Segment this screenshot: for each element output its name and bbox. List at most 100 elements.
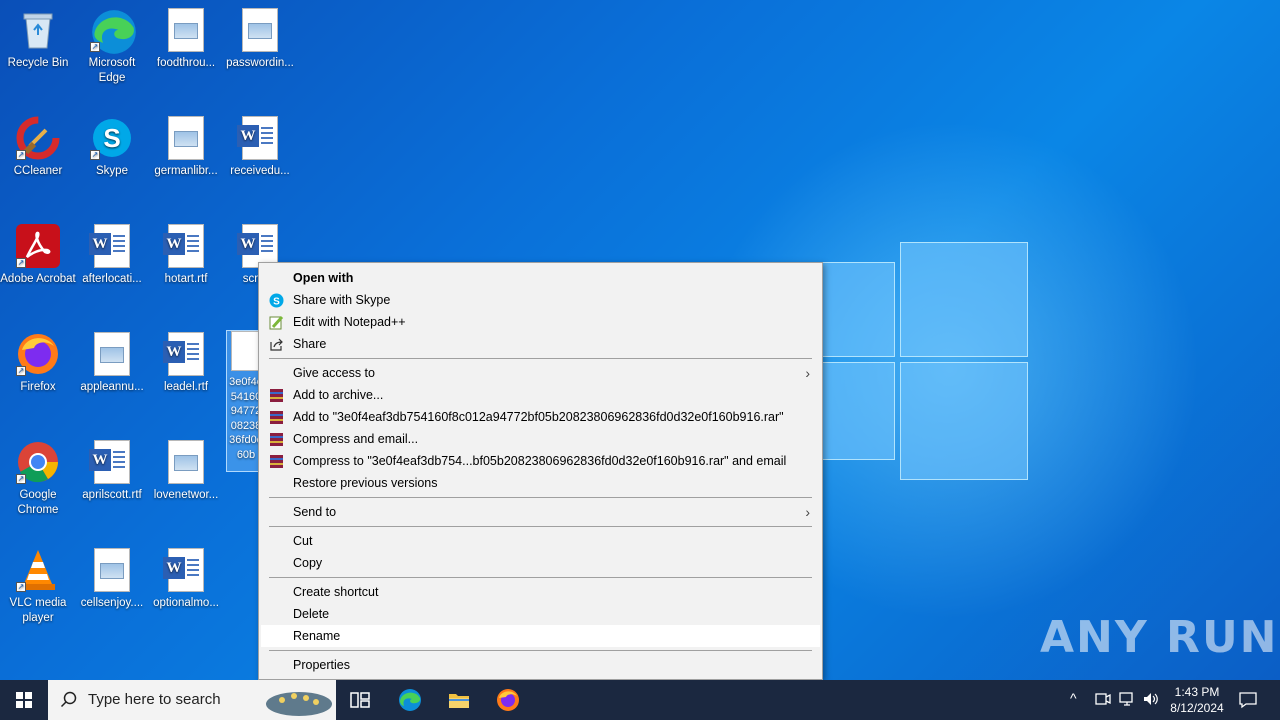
menu-item-properties[interactable]: Properties — [259, 654, 822, 676]
image-file-icon — [94, 332, 130, 376]
desktop-icon-microsoft-edge[interactable]: ↗ Microsoft Edge — [74, 8, 150, 86]
task-view-icon[interactable] — [348, 688, 372, 712]
menu-item-delete[interactable]: Delete — [259, 603, 822, 625]
icon-label: optionalmo... — [153, 597, 219, 609]
firefox-taskbar-icon[interactable] — [496, 688, 520, 712]
clock[interactable]: 1:43 PM 8/12/2024 — [1160, 684, 1234, 716]
image-file-icon — [168, 8, 204, 52]
desktop-icon-skype[interactable]: S ↗ Skype — [74, 116, 150, 179]
desktop-icon-file[interactable]: W leadel.rtf — [148, 332, 224, 395]
menu-item-restore-previous-versions[interactable]: Restore previous versions — [259, 472, 822, 494]
icon-label: leadel.rtf — [163, 381, 209, 393]
desktop-icon-file[interactable]: appleannu... — [74, 332, 150, 395]
icon-label: aprilscott.rtf — [82, 489, 142, 501]
menu-item-compress-to-rar-and-email[interactable]: Compress to "3e0f4eaf3db754...bf05b20823… — [259, 450, 822, 472]
menu-item-add-to-archive[interactable]: Add to archive... — [259, 384, 822, 406]
desktop-icon-file[interactable]: cellsenjoy.... — [74, 548, 150, 611]
desktop-icon-vlc[interactable]: ↗ VLC media player — [0, 548, 76, 626]
shortcut-arrow-icon: ↗ — [16, 258, 26, 268]
clock-time: 1:43 PM — [1174, 685, 1220, 699]
firefox-icon: ↗ — [16, 332, 60, 376]
desktop-icon-recycle-bin[interactable]: Recycle Bin — [0, 8, 76, 71]
icon-label: Recycle Bin — [7, 57, 69, 69]
context-menu[interactable]: Open with S Share with Skype Edit with N… — [258, 262, 823, 680]
desktop-icon-file[interactable]: W hotart.rtf — [148, 224, 224, 287]
word-document-icon: W — [163, 332, 204, 376]
vlc-icon: ↗ — [16, 548, 60, 592]
menu-item-send-to[interactable]: Send to › — [259, 501, 822, 523]
icon-label: Google Chrome — [17, 489, 59, 516]
shortcut-arrow-icon: ↗ — [90, 42, 100, 52]
winrar-icon — [270, 455, 283, 468]
menu-item-edit-notepadpp[interactable]: Edit with Notepad++ — [259, 311, 822, 333]
icon-label: appleannu... — [80, 381, 144, 393]
menu-separator — [269, 650, 812, 651]
desktop-icon-google-chrome[interactable]: ↗ Google Chrome — [0, 440, 76, 518]
desktop-icon-firefox[interactable]: ↗ Firefox — [0, 332, 76, 395]
taskbar-search-box[interactable]: Type here to search — [48, 680, 336, 720]
icon-label: receivedu... — [230, 165, 290, 177]
desktop-icon-file[interactable]: passwordin... — [222, 8, 298, 71]
search-icon — [60, 691, 77, 708]
desktop-icon-file[interactable]: germanlibr... — [148, 116, 224, 179]
taskbar: Type here to search ^ 1:43 PM 8/12/2024 — [0, 680, 1280, 720]
desktop-icon-file[interactable]: W afterlocati... — [74, 224, 150, 287]
word-document-icon: W — [163, 548, 204, 592]
icon-label: CCleaner — [13, 165, 63, 177]
file-explorer-icon[interactable] — [447, 688, 471, 712]
winrar-icon — [270, 389, 283, 402]
meet-now-icon[interactable] — [1094, 690, 1112, 708]
menu-item-share[interactable]: Share — [259, 333, 822, 355]
windows-start-icon — [16, 692, 32, 708]
menu-separator — [269, 497, 812, 498]
shortcut-arrow-icon: ↗ — [16, 366, 26, 376]
clock-date: 8/12/2024 — [1170, 701, 1224, 715]
network-icon[interactable] — [1118, 690, 1136, 708]
acrobat-icon: ↗ — [16, 224, 60, 268]
image-file-icon — [94, 548, 130, 592]
icon-label: germanlibr... — [154, 165, 218, 177]
menu-separator — [269, 577, 812, 578]
start-button[interactable] — [0, 680, 48, 720]
image-file-icon — [168, 116, 204, 160]
menu-item-cut[interactable]: Cut — [259, 530, 822, 552]
icon-label: afterlocati... — [82, 273, 142, 285]
desktop-icon-ccleaner[interactable]: ↗ CCleaner — [0, 116, 76, 179]
menu-item-create-shortcut[interactable]: Create shortcut — [259, 581, 822, 603]
chevron-up-icon[interactable]: ^ — [1070, 690, 1077, 706]
image-file-icon — [242, 8, 278, 52]
desktop-icon-file[interactable]: W optionalmo... — [148, 548, 224, 611]
menu-item-open-with[interactable]: Open with — [259, 267, 822, 289]
winrar-icon — [270, 411, 283, 424]
menu-separator — [269, 358, 812, 359]
edge-icon: ↗ — [90, 8, 136, 54]
ccleaner-icon: ↗ — [16, 116, 60, 160]
icon-label: Firefox — [20, 381, 56, 393]
word-document-icon: W — [89, 224, 130, 268]
menu-item-compress-and-email[interactable]: Compress and email... — [259, 428, 822, 450]
icon-label: foodthrou... — [156, 57, 216, 69]
skype-icon: S ↗ — [90, 116, 134, 160]
menu-item-add-to-rar[interactable]: Add to "3e0f4eaf3db754160f8c012a94772bf0… — [259, 406, 822, 428]
volume-icon[interactable] — [1142, 690, 1160, 708]
notepadpp-icon — [269, 315, 284, 330]
shortcut-arrow-icon: ↗ — [16, 150, 26, 160]
icon-label: Adobe Acrobat — [0, 273, 76, 285]
menu-item-give-access-to[interactable]: Give access to › — [259, 362, 822, 384]
desktop-icon-file[interactable]: foodthrou... — [148, 8, 224, 71]
menu-item-copy[interactable]: Copy — [259, 552, 822, 574]
icon-label: cellsenjoy.... — [80, 597, 144, 609]
desktop-icon-file[interactable]: W receivedu... — [222, 116, 298, 179]
desktop-icon-file[interactable]: W aprilscott.rtf — [74, 440, 150, 503]
desktop-icon-file[interactable]: lovenetwor... — [148, 440, 224, 503]
winrar-icon — [270, 433, 283, 446]
shortcut-arrow-icon: ↗ — [16, 582, 26, 592]
icon-label: VLC media player — [9, 597, 67, 624]
menu-item-rename[interactable]: Rename — [261, 625, 820, 647]
file-icon — [231, 331, 261, 371]
notifications-icon[interactable] — [1238, 690, 1258, 710]
edge-taskbar-icon[interactable] — [398, 688, 422, 712]
desktop-icon-adobe-acrobat[interactable]: ↗ Adobe Acrobat — [0, 224, 76, 287]
menu-item-share-with-skype[interactable]: S Share with Skype — [259, 289, 822, 311]
icon-label: hotart.rtf — [164, 273, 208, 285]
